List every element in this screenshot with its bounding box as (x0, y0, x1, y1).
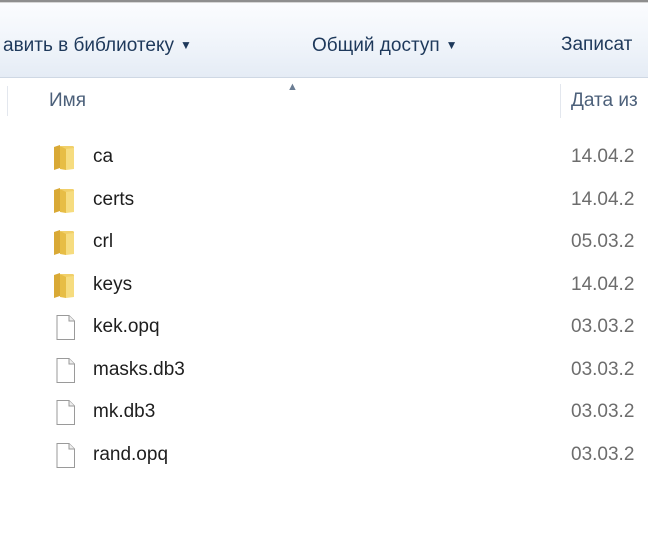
folder-row[interactable]: crl 05.03.2 (0, 222, 648, 264)
file-date-modified: 05.03.2 (571, 231, 635, 252)
file-date-modified: 03.03.2 (571, 316, 635, 337)
file-name: masks.db3 (93, 358, 185, 380)
folder-icon (51, 228, 79, 256)
file-name: rand.opq (93, 443, 169, 465)
column-divider (7, 86, 8, 116)
file-row[interactable]: kek.opq 03.03.2 (0, 307, 648, 349)
file-icon (51, 441, 79, 469)
file-name: kek.opq (93, 316, 160, 337)
file-date-modified: 03.03.2 (571, 401, 635, 422)
folder-icon (51, 143, 79, 171)
file-row[interactable]: mk.db3 03.03.2 (0, 392, 648, 434)
folder-icon (51, 271, 79, 299)
file-name: crl (93, 231, 114, 252)
burn-button[interactable]: Записат (561, 33, 632, 57)
folder-icon (51, 186, 79, 214)
file-date-modified: 14.04.2 (571, 273, 635, 295)
file-date-modified: 03.03.2 (571, 443, 635, 465)
command-bar: авить в библиотеку ▼ Общий доступ ▼ Записа… (0, 3, 648, 78)
folder-row[interactable]: certs 14.04.2 (0, 180, 648, 222)
sort-ascending-icon: ▲ (287, 81, 298, 93)
share-with-label: Общий доступ (312, 35, 440, 56)
column-divider[interactable] (560, 84, 561, 118)
chevron-down-icon: ▼ (445, 38, 458, 52)
file-name: certs (93, 188, 135, 210)
include-in-library-button[interactable]: авить в библиотеку ▼ (3, 33, 192, 57)
folder-row[interactable]: keys 14.04.2 (0, 265, 648, 307)
file-date-modified: 14.04.2 (571, 188, 635, 210)
column-header-row (0, 78, 648, 126)
file-name: keys (93, 273, 133, 295)
file-row[interactable]: rand.opq 03.03.2 (0, 435, 648, 477)
file-name: mk.db3 (93, 401, 156, 422)
folder-row[interactable]: ca 14.04.2 (0, 137, 648, 179)
file-icon (51, 356, 79, 384)
share-with-button[interactable]: Общий доступ ▼ (312, 33, 458, 57)
column-header-date-modified[interactable]: Дата из (571, 90, 638, 112)
file-date-modified: 03.03.2 (571, 358, 635, 380)
include-in-library-label: авить в библиотеку (3, 35, 174, 56)
file-row[interactable]: masks.db3 03.03.2 (0, 350, 648, 392)
burn-label: Записат (561, 34, 633, 55)
column-header-name[interactable]: Имя (49, 90, 86, 112)
file-name: ca (93, 146, 114, 167)
file-icon (51, 398, 79, 426)
file-icon (51, 313, 79, 341)
file-date-modified: 14.04.2 (571, 146, 635, 167)
chevron-down-icon: ▼ (179, 38, 192, 52)
